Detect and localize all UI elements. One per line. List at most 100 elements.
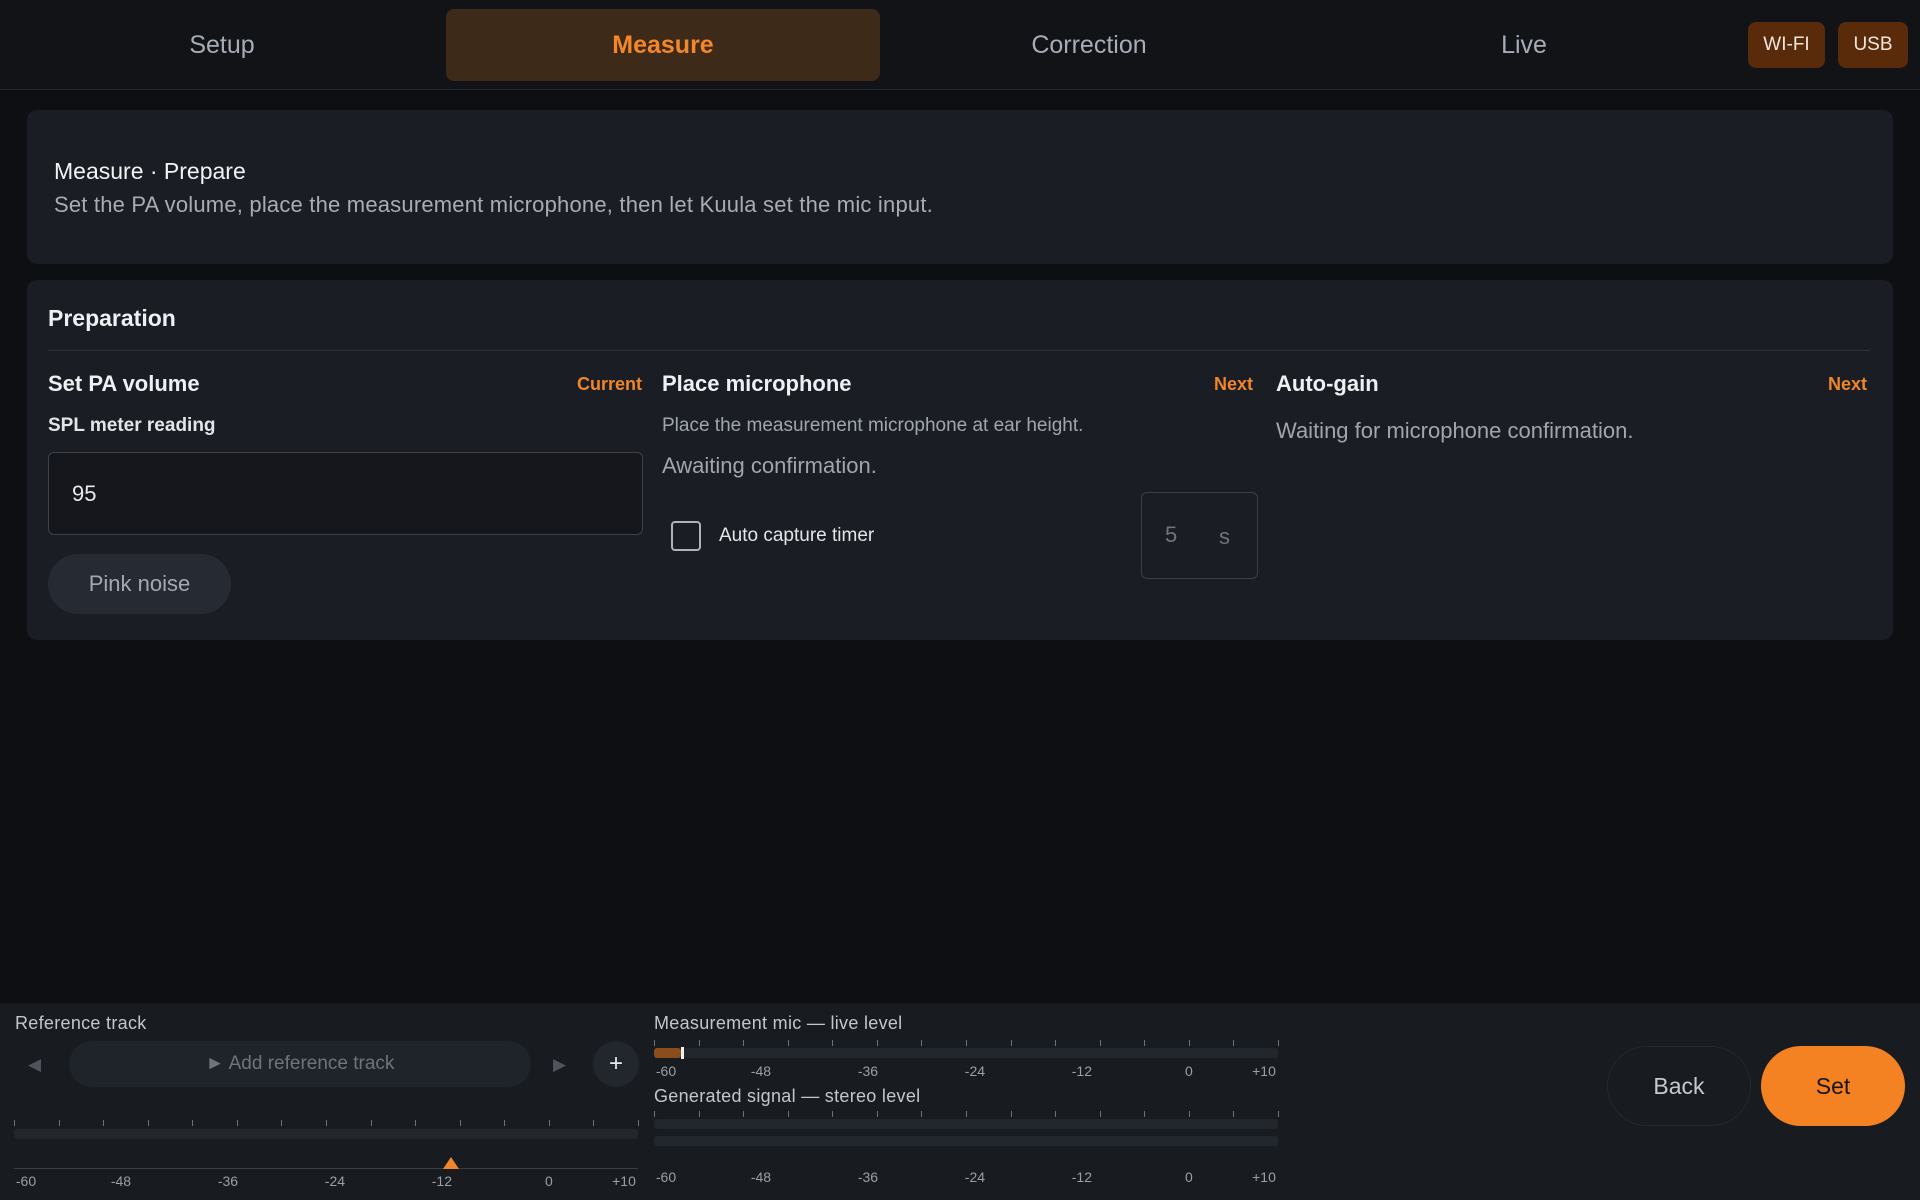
signal-scale-label: -12 (1071, 1169, 1092, 1185)
signal-tick (966, 1111, 967, 1117)
signal-tick (1055, 1111, 1057, 1117)
mic-scale-label: -24 (964, 1063, 986, 1079)
signal-tick (876, 1111, 878, 1117)
step-autogain-status: Next (1828, 374, 1868, 394)
autogain-state: Waiting for microphone confirmation. (1276, 418, 1634, 443)
wifi-badge[interactable]: WI-FI (1748, 22, 1825, 68)
back-button[interactable]: Back (1607, 1046, 1751, 1126)
signal-level-meter-right (654, 1136, 1278, 1146)
step-pa-volume-status: Current (577, 374, 643, 394)
timer-input[interactable] (1141, 492, 1258, 579)
mic-level-fill (654, 1048, 681, 1058)
spl-meter-input[interactable]: 95 (48, 452, 643, 535)
reference-tick (192, 1120, 194, 1126)
auto-capture-label[interactable]: Auto capture timer (719, 525, 874, 547)
add-track-button[interactable]: + (593, 1041, 639, 1087)
microphone-hint: Place the measurement microphone at ear … (662, 415, 1084, 436)
preparation-title: Preparation (48, 305, 176, 331)
set-button[interactable]: Set (1761, 1046, 1905, 1126)
mic-tick (743, 1040, 745, 1046)
tab-live[interactable]: Live (1307, 9, 1741, 81)
signal-tick (787, 1111, 789, 1117)
reference-tick (236, 1120, 238, 1126)
prev-track-icon[interactable]: ◀ (28, 1055, 41, 1075)
add-reference-track-button[interactable]: ► Add reference track (69, 1041, 531, 1087)
mic-level-meter (654, 1048, 1278, 1058)
reference-level-slider[interactable] (14, 1168, 638, 1169)
reference-tick (14, 1120, 15, 1126)
reference-scale-label: 0 (544, 1173, 553, 1189)
mic-tick (1099, 1040, 1101, 1046)
page-subtitle: Set the PA volume, place the measurement… (54, 192, 933, 217)
signal-tick (1144, 1111, 1146, 1117)
reference-tick (548, 1120, 550, 1126)
signal-level-meter-left (654, 1119, 1278, 1129)
signal-tick (1010, 1111, 1012, 1117)
reference-tick (415, 1120, 417, 1126)
header-card (27, 110, 1893, 264)
pink-noise-button[interactable]: Pink noise (48, 554, 231, 614)
signal-tick (698, 1111, 700, 1117)
reference-scale-label: -12 (431, 1173, 452, 1189)
reference-level-marker[interactable] (442, 1157, 459, 1169)
mic-scale-label: -60 (655, 1063, 677, 1079)
reference-tick (281, 1120, 283, 1126)
reference-tick (326, 1120, 327, 1126)
signal-scale-label: -60 (655, 1169, 677, 1185)
signal-scale-label: -24 (964, 1169, 986, 1185)
mic-tick (966, 1040, 967, 1046)
signal-tick (832, 1111, 834, 1117)
tab-setup[interactable]: Setup (5, 9, 439, 81)
reference-scale-label: -48 (110, 1173, 132, 1189)
reference-track-label: Reference track (15, 1013, 147, 1033)
mic-tick (1010, 1040, 1012, 1046)
tab-correction[interactable]: Correction (872, 9, 1306, 81)
reference-tick (147, 1120, 149, 1126)
tab-measure[interactable]: Measure (446, 9, 880, 81)
auto-capture-checkbox[interactable] (671, 521, 701, 551)
timer-unit: s (1219, 524, 1230, 549)
signal-scale-label: 0 (1184, 1169, 1193, 1185)
reference-tick (593, 1120, 595, 1126)
signal-tick (743, 1111, 745, 1117)
mic-tick (1233, 1040, 1235, 1046)
reference-scale-label: -36 (217, 1173, 239, 1189)
signal-tick (1278, 1111, 1279, 1117)
next-track-icon[interactable]: ▶ (553, 1055, 566, 1075)
usb-badge[interactable]: USB (1838, 22, 1908, 68)
mic-tick (787, 1040, 789, 1046)
top-nav: Setup Measure Correction Live WI-FI USB (0, 0, 1920, 90)
step-microphone-title: Place microphone (662, 371, 852, 396)
microphone-state: Awaiting confirmation. (662, 453, 877, 478)
mic-scale-label: -48 (750, 1063, 772, 1079)
reference-track-meter (14, 1129, 638, 1139)
reference-scale-label: -60 (15, 1173, 37, 1189)
mic-tick (1055, 1040, 1057, 1046)
signal-scale-label: -48 (750, 1169, 772, 1185)
page-title: Measure · Prepare (54, 158, 246, 184)
mic-scale-label: -36 (857, 1063, 879, 1079)
timer-value: 5 (1165, 522, 1178, 547)
reference-tick (58, 1120, 60, 1126)
spl-field-label: SPL meter reading (48, 415, 216, 436)
step-pa-volume-title: Set PA volume (48, 371, 200, 396)
mic-tick (1278, 1040, 1279, 1046)
reference-scale-label: +10 (612, 1173, 636, 1189)
mic-tick (1144, 1040, 1146, 1046)
reference-tick (638, 1120, 639, 1126)
mic-scale-label: +10 (1252, 1063, 1276, 1079)
signal-tick (1233, 1111, 1235, 1117)
mic-tick (921, 1040, 923, 1046)
reference-scale-label: -24 (324, 1173, 346, 1189)
signal-tick (921, 1111, 923, 1117)
reference-tick (459, 1120, 461, 1126)
mic-level-label: Measurement mic — live level (654, 1013, 903, 1033)
signal-level-label: Generated signal — stereo level (654, 1086, 921, 1106)
mic-level-cursor (680, 1047, 684, 1059)
signal-tick (1099, 1111, 1101, 1117)
signal-scale-label: +10 (1252, 1169, 1276, 1185)
mic-tick (698, 1040, 700, 1046)
reference-tick (370, 1120, 372, 1126)
reference-tick (504, 1120, 506, 1126)
mic-scale-label: 0 (1184, 1063, 1193, 1079)
